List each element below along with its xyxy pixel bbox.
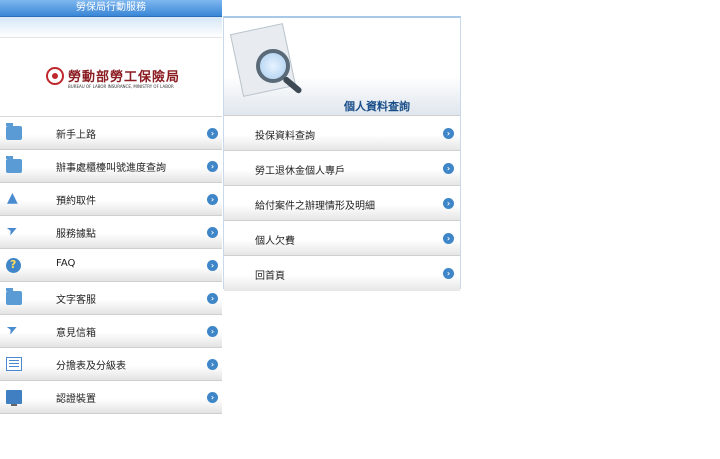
menu-item-service-locations[interactable]: 服務據點 › — [0, 216, 222, 249]
seal-icon — [46, 67, 64, 85]
panel-item-arrears[interactable]: 個人欠費 › — [224, 221, 460, 256]
chevron-right-icon: › — [443, 268, 454, 279]
chevron-right-icon: › — [207, 260, 218, 271]
chevron-right-icon: › — [443, 128, 454, 139]
table-icon — [6, 357, 22, 371]
panel-header: 個人資料查詢 — [224, 18, 460, 116]
send-icon — [6, 324, 22, 338]
panel-item-label: 個人欠費 — [255, 236, 295, 247]
header-gap — [0, 17, 222, 37]
panel-item-label: 給付案件之辦理情形及明細 — [255, 201, 375, 212]
panel-item-benefit-cases[interactable]: 給付案件之辦理情形及明細 › — [224, 186, 460, 221]
folder-icon — [6, 156, 22, 173]
panel-item-label: 回首頁 — [255, 271, 285, 282]
menu-item-label: 服務據點 — [56, 229, 96, 240]
chevron-right-icon: › — [207, 161, 218, 172]
menu-item-newcomer[interactable]: 新手上路 › — [0, 117, 222, 150]
chevron-right-icon: › — [207, 227, 218, 238]
menu-item-label: 新手上路 — [56, 130, 96, 141]
panel-title: 個人資料查詢 — [344, 100, 410, 113]
menu-item-queue-status[interactable]: 辦事處櫃檯叫號進度查詢 › — [0, 150, 222, 183]
chevron-right-icon: › — [207, 293, 218, 304]
folder-icon — [6, 123, 22, 140]
monitor-icon — [6, 390, 22, 406]
menu-item-label: 分擔表及分級表 — [56, 361, 126, 372]
chevron-right-icon: › — [207, 326, 218, 337]
chevron-right-icon: › — [207, 128, 218, 139]
logo-name: 勞動部勞工保險局 — [68, 70, 181, 85]
bell-icon — [6, 190, 22, 206]
menu-item-faq[interactable]: FAQ › — [0, 249, 222, 282]
send-icon — [6, 225, 22, 239]
chevron-right-icon: › — [443, 163, 454, 174]
menu-item-label: 預約取件 — [56, 196, 96, 207]
menu-item-auth-device[interactable]: 認證裝置 › — [0, 381, 222, 414]
panel-item-pension-account[interactable]: 勞工退休金個人專戶 › — [224, 151, 460, 186]
menu-item-label: 意見信箱 — [56, 328, 96, 339]
menu-item-rate-tables[interactable]: 分擔表及分級表 › — [0, 348, 222, 381]
chevron-right-icon: › — [207, 392, 218, 403]
panel-item-label: 勞工退休金個人專戶 — [255, 166, 345, 177]
menu-item-label: 認證裝置 — [56, 394, 96, 405]
sidebar: 勞保局行動服務 勞動部勞工保險局 BUREAU OF LABOR INSURAN… — [0, 0, 222, 414]
app-header: 勞保局行動服務 — [0, 0, 222, 17]
app-title: 勞保局行動服務 — [76, 2, 146, 13]
logo-english: BUREAU OF LABOR INSURANCE, MINISTRY OF L… — [68, 84, 174, 89]
folder-icon — [6, 288, 22, 305]
panel-item-label: 投保資料查詢 — [255, 131, 315, 142]
help-icon — [6, 258, 21, 273]
panel-item-insurance-record[interactable]: 投保資料查詢 › — [224, 116, 460, 151]
menu-item-label: FAQ — [56, 258, 76, 269]
personal-data-panel: 個人資料查詢 投保資料查詢 › 勞工退休金個人專戶 › 給付案件之辦理情形及明細… — [223, 16, 461, 291]
menu-item-label: 文字客服 — [56, 295, 96, 306]
chevron-right-icon: › — [443, 233, 454, 244]
menu-item-feedback[interactable]: 意見信箱 › — [0, 315, 222, 348]
menu-item-text-service[interactable]: 文字客服 › — [0, 282, 222, 315]
menu-item-reservation[interactable]: 預約取件 › — [0, 183, 222, 216]
panel-item-home[interactable]: 回首頁 › — [224, 256, 460, 291]
bureau-logo: 勞動部勞工保險局 BUREAU OF LABOR INSURANCE, MINI… — [0, 37, 222, 117]
menu-item-label: 辦事處櫃檯叫號進度查詢 — [56, 163, 166, 174]
chevron-right-icon: › — [207, 359, 218, 370]
chevron-right-icon: › — [443, 198, 454, 209]
chevron-right-icon: › — [207, 194, 218, 205]
